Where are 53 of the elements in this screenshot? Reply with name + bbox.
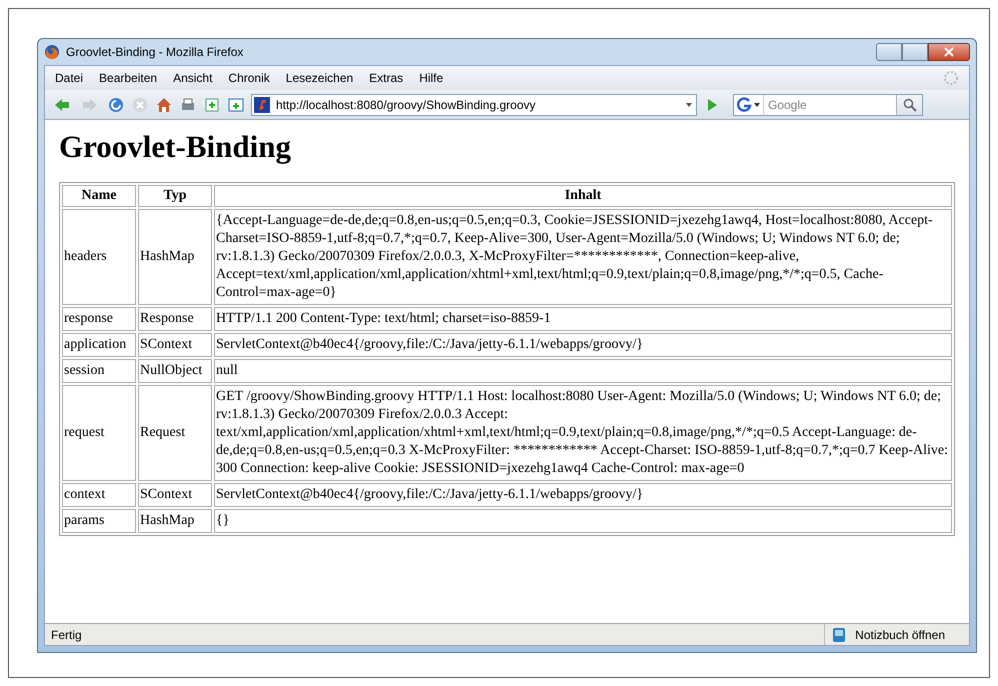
reload-icon[interactable] — [107, 96, 125, 114]
menu-item[interactable]: Bearbeiten — [99, 69, 158, 87]
table-cell: headers — [62, 209, 136, 305]
table-cell: HashMap — [138, 209, 212, 305]
table-cell: application — [62, 333, 136, 357]
table-cell: HTTP/1.1 200 Content-Type: text/html; charset=iso-8859-1 — [214, 307, 952, 331]
new-window-icon[interactable] — [227, 96, 245, 114]
table-cell: request — [62, 385, 136, 481]
search-icon[interactable] — [896, 94, 922, 114]
menu-item[interactable]: Ansicht — [173, 69, 212, 87]
window-title: Groovlet-Binding - Mozilla Firefox — [66, 44, 244, 61]
table-cell: GET /groovy/ShowBinding.groovy HTTP/1.1 Host: localhost:8080 User-Agent: Mozilla/5.0 (Windows; U; Windows NT 6.0; de; rv:1.8.1.3) Gecko/20070309 Firefox/2.0.0.3 Accept: text/xml,application/xml,application/xhtml+xml,text/html;q=0.9,text/plain;q=0.8,image/png,*/*;q=0.5 Accept-Language: de-de,de;q=0.8,en-us;q=0.5,en;q=0.3 X-McProxyFilter: ************ Accept-Charset: ISO-8859-1,utf-8;q=0.7,*;q=0.7 Keep-Alive: 300 Connection: keep-alive Cookie: JSESSIONID=jxezehg1awq4 Cache-Control: max-age=0 — [214, 385, 952, 481]
table-cell: HashMap — [138, 509, 212, 533]
new-tab-icon[interactable] — [203, 96, 221, 114]
table-cell: params — [62, 509, 136, 533]
column-header: Typ — [138, 185, 212, 207]
table-cell: ServletContext@b40ec4{/groovy,file:/C:/Java/jetty-6.1.1/webapps/groovy/} — [214, 333, 952, 357]
table-cell: response — [62, 307, 136, 331]
column-header: Inhalt — [214, 185, 952, 207]
site-icon — [254, 96, 270, 112]
table-cell: SContext — [138, 333, 212, 357]
table-cell: NullObject — [138, 359, 212, 383]
menu-item[interactable]: Lesezeichen — [286, 69, 354, 87]
column-header: Name — [62, 185, 136, 207]
table-cell: ServletContext@b40ec4{/groovy,file:/C:/Java/jetty-6.1.1/webapps/groovy/} — [214, 483, 952, 507]
menu-item[interactable]: Hilfe — [419, 69, 444, 87]
google-logo-icon — [736, 96, 752, 112]
table-cell: {} — [214, 509, 952, 533]
throbber-icon — [943, 70, 959, 86]
menu-item[interactable]: Datei — [55, 69, 84, 87]
table-cell: context — [62, 483, 136, 507]
menu-item[interactable]: Chronik — [228, 69, 270, 87]
address-field[interactable]: http://localhost:8080/groovy/ShowBinding.groovy — [251, 94, 697, 116]
minimize-button[interactable] — [876, 43, 902, 61]
search-input[interactable]: Google — [764, 96, 896, 114]
status-text: Fertig — [50, 626, 83, 644]
table-cell: SContext — [138, 483, 212, 507]
table-cell: Response — [138, 307, 212, 331]
notebook-icon — [831, 626, 848, 642]
close-button[interactable] — [928, 43, 970, 61]
table-cell: {Accept-Language=de-de,de;q=0.8,en-us;q=0.5,en;q=0.3, Cookie=JSESSIONID=jxezehg1awq4, Host=localhost:8080, Accept-Charset=ISO-8859-1,utf-8;q=0.7,*;q=0.7, Keep-Alive=300, User-Agent=Mozilla/5.0 (Windows; U; Windows NT 6.0; de; rv:1.8.1.3) Gecko/20070309 Firefox/2.0.0.3, X-McProxyFilter=************, Connection=keep-alive, Accept=text/xml,application/xml,application/xhtml+xml,text/html;q=0.9,text/plain;q=0.8,image/png,*/*;q=0.5, Cache-Control=max-age=0} — [214, 209, 952, 305]
notebook-button[interactable]: Notizbuch öffnen — [824, 624, 951, 645]
dropdown-arrow-icon[interactable] — [753, 100, 761, 108]
table-cell: session — [62, 359, 136, 383]
close-icon — [944, 47, 954, 57]
menu-item[interactable]: Extras — [369, 69, 404, 87]
search-field[interactable]: Google — [733, 94, 923, 116]
table-cell: null — [214, 359, 952, 383]
home-icon[interactable] — [155, 96, 173, 114]
firefox-logo-icon — [44, 44, 60, 60]
table-cell: Request — [138, 385, 212, 481]
maximize-button[interactable] — [902, 43, 928, 61]
page-heading: Groovlet-Binding — [59, 128, 292, 166]
